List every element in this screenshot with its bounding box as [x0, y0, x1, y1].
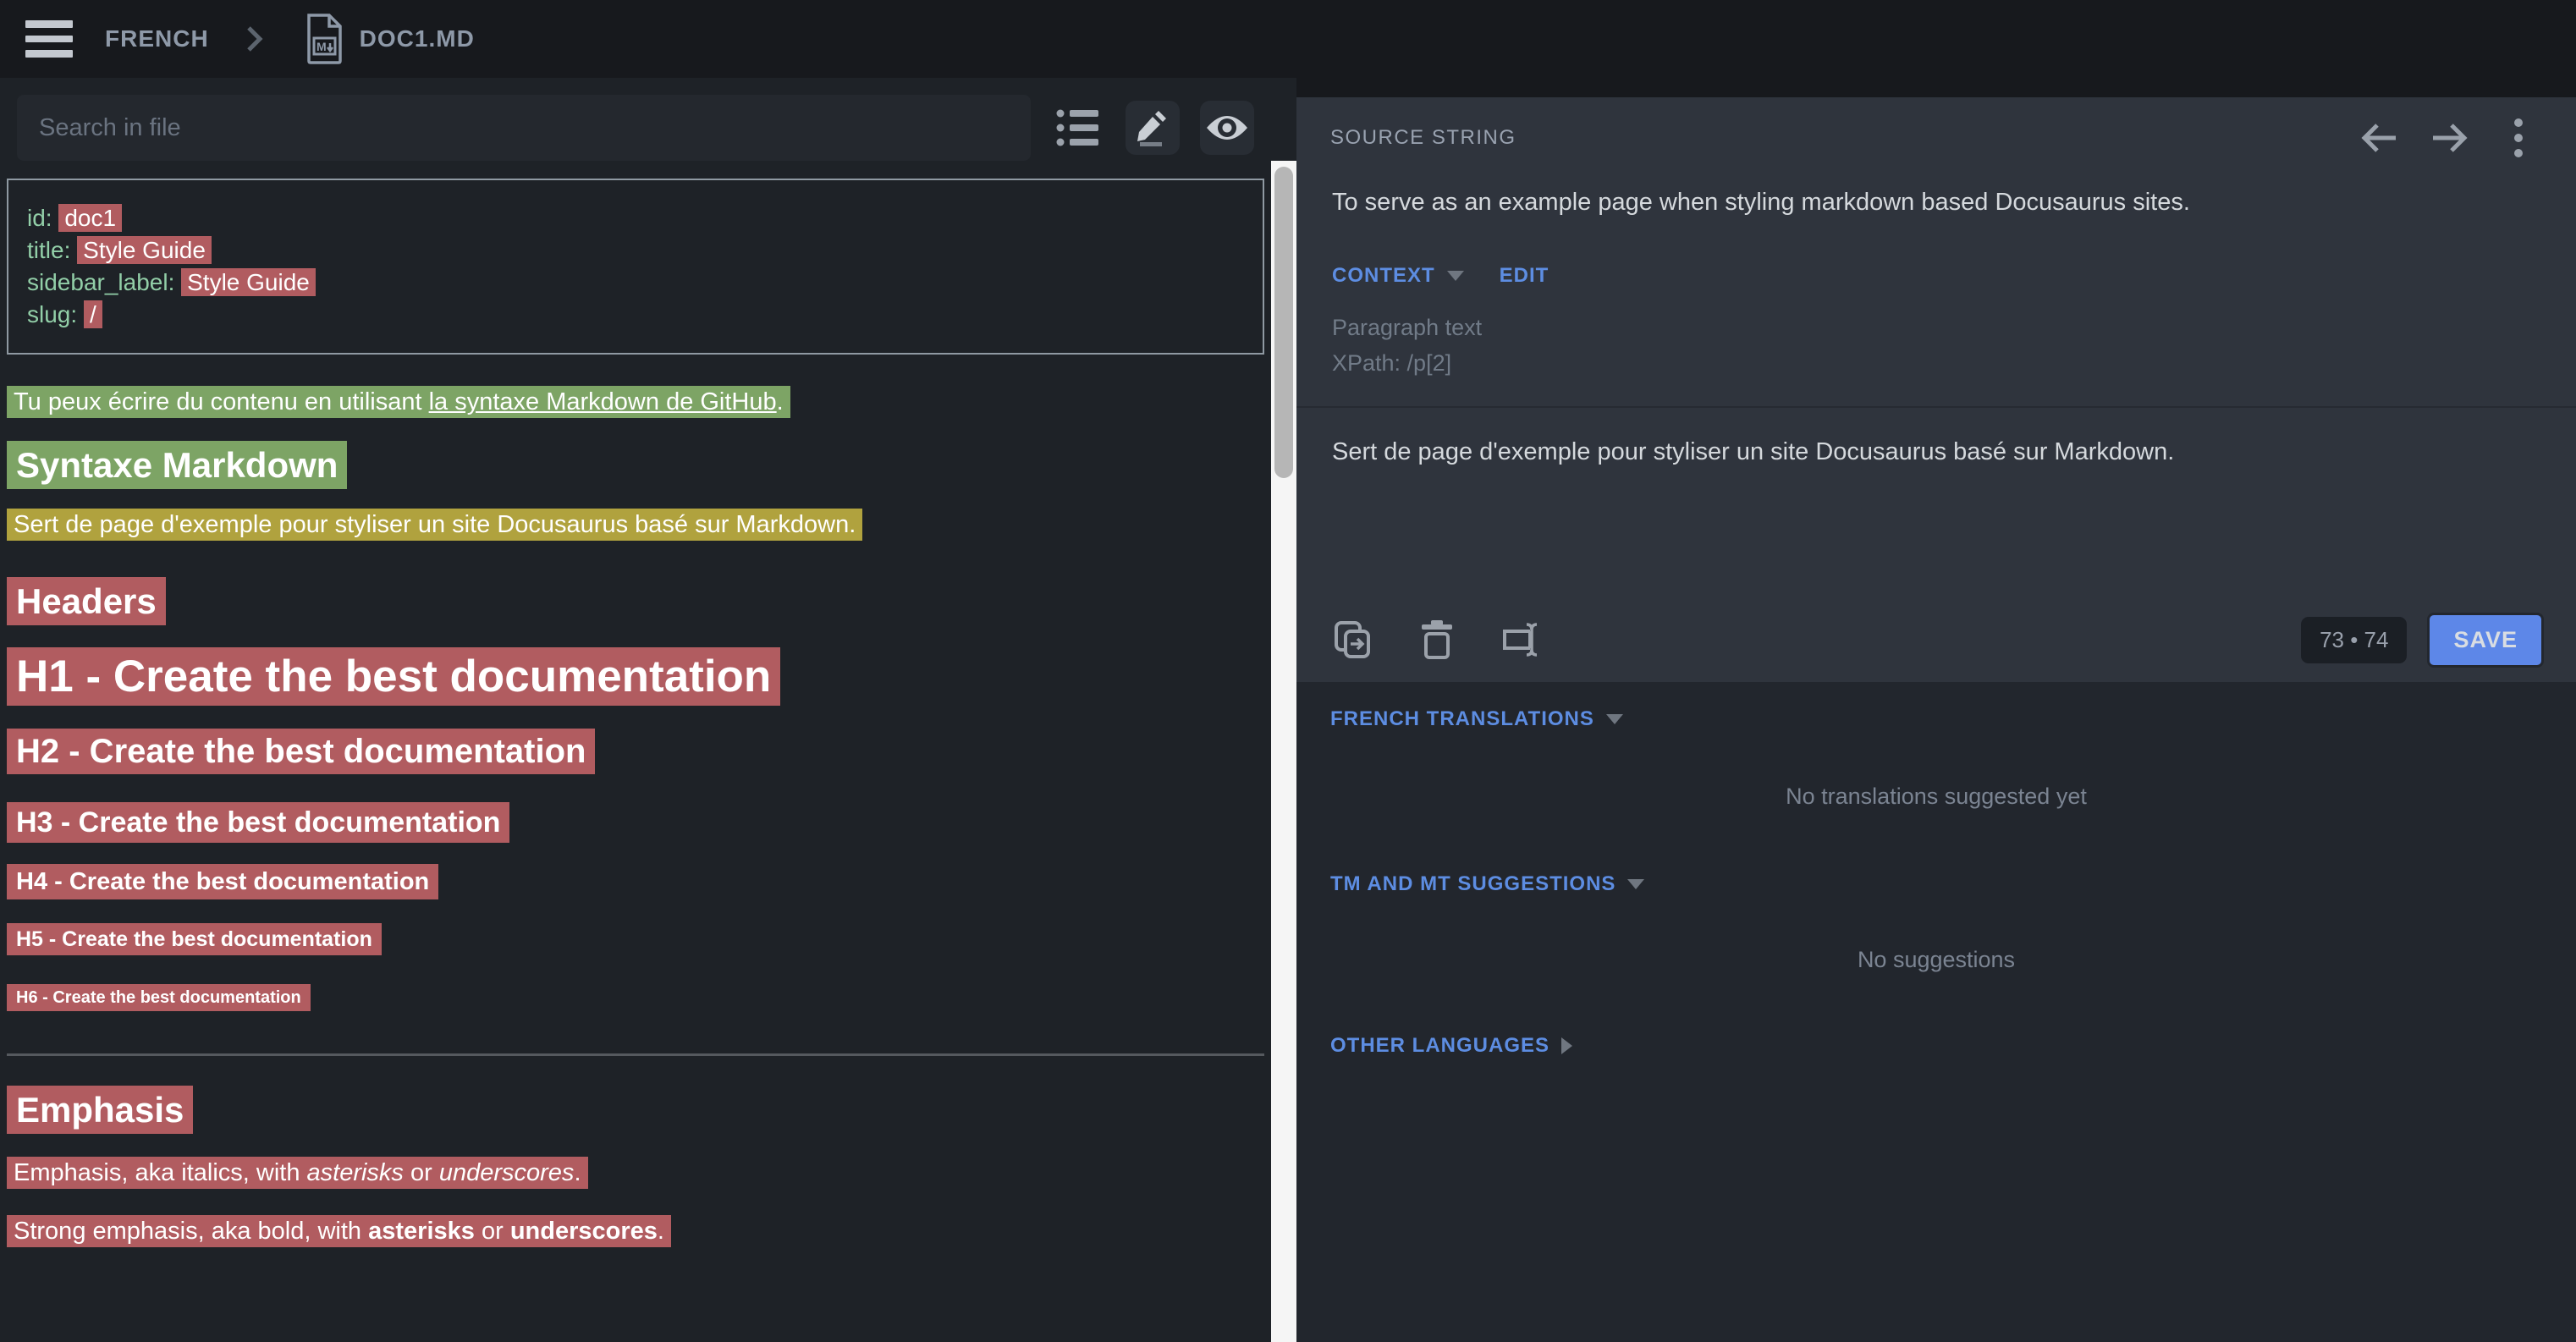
- chevron-down-icon: [1627, 879, 1644, 889]
- text-cursor-icon: [1501, 621, 1542, 658]
- search-input[interactable]: [17, 95, 1031, 161]
- tm-suggestions-empty: No suggestions: [1296, 947, 2576, 973]
- translation-toolbar: 73 • 74 SAVE: [1296, 597, 2576, 682]
- previous-string-button[interactable]: [2356, 114, 2403, 162]
- translation-panel: SOURCE STRING: [1296, 78, 2576, 1342]
- svg-text:M: M: [316, 40, 327, 53]
- chevron-down-icon: [1606, 714, 1623, 724]
- paragraph-strong[interactable]: Strong emphasis, aka bold, with asterisk…: [7, 1218, 1264, 1246]
- edit-context-button[interactable]: EDIT: [1500, 264, 1549, 288]
- heading-emphasis[interactable]: Emphasis: [7, 1090, 1264, 1130]
- context-type: Paragraph text: [1332, 310, 2540, 345]
- markdown-preview: id: doc1 title: Style Guide sidebar_labe…: [0, 179, 1271, 1246]
- frontmatter-line[interactable]: id: doc1: [27, 202, 1263, 234]
- copy-source-button[interactable]: [1329, 616, 1376, 663]
- context-xpath: XPath: /p[2]: [1332, 345, 2540, 381]
- horizontal-rule: [7, 1053, 1264, 1056]
- arrow-right-icon: [2430, 120, 2469, 156]
- source-string-text: To serve as an example page when styling…: [1296, 189, 2576, 217]
- heading-headers[interactable]: Headers: [7, 581, 1264, 622]
- frontmatter-line[interactable]: title: Style Guide: [27, 234, 1263, 267]
- pencil-icon: [1135, 109, 1170, 146]
- char-counter: 73 • 74: [2301, 617, 2407, 663]
- clear-translation-button[interactable]: [1498, 616, 1545, 663]
- save-button[interactable]: SAVE: [2427, 613, 2544, 668]
- section-other-languages[interactable]: OTHER LANGUAGES: [1296, 1034, 2576, 1058]
- top-bar: FRENCH M DOC1.MD: [0, 0, 2576, 78]
- card-header: SOURCE STRING: [1296, 97, 2576, 179]
- panel-top-gap: [1296, 78, 2576, 97]
- more-options-button[interactable]: [2495, 114, 2542, 162]
- strings-list-button[interactable]: [1051, 101, 1105, 155]
- github-markdown-link[interactable]: la syntaxe Markdown de GitHub: [429, 388, 777, 415]
- document-preview-panel: id: doc1 title: Style Guide sidebar_labe…: [0, 78, 1271, 1342]
- trash-icon: [1421, 620, 1453, 659]
- context-info: Paragraph text XPath: /p[2]: [1296, 310, 2576, 381]
- paragraph-intro[interactable]: Tu peux écrire du contenu en utilisant l…: [7, 388, 1264, 416]
- frontmatter-block: id: doc1 title: Style Guide sidebar_labe…: [7, 179, 1264, 355]
- heading-h6[interactable]: H6 - Create the best documentation: [7, 988, 1264, 1008]
- menu-icon[interactable]: [25, 20, 73, 58]
- frontmatter-line[interactable]: slug: /: [27, 299, 1263, 331]
- search-row: [0, 78, 1271, 166]
- kebab-menu-icon: [2513, 118, 2524, 158]
- scrollbar-thumb[interactable]: [1274, 167, 1293, 478]
- arrow-left-icon: [2360, 120, 2399, 156]
- context-toggle[interactable]: CONTEXT: [1332, 264, 1435, 288]
- scrollbar-track[interactable]: [1271, 161, 1296, 1342]
- paragraph-emphasis[interactable]: Emphasis, aka italics, with asterisks or…: [7, 1159, 1264, 1187]
- translation-input[interactable]: Sert de page d'exemple pour styliser un …: [1296, 408, 2576, 597]
- chevron-down-icon: [1447, 271, 1464, 281]
- chevron-right-icon: [245, 24, 265, 54]
- heading-h4[interactable]: H4 - Create the best documentation: [7, 868, 1264, 896]
- list-icon: [1056, 108, 1100, 147]
- preview-mode-button[interactable]: [1200, 101, 1254, 155]
- heading-h2[interactable]: H2 - Create the best documentation: [7, 733, 1264, 771]
- chevron-right-icon: [1561, 1037, 1572, 1054]
- heading-h3[interactable]: H3 - Create the best documentation: [7, 806, 1264, 839]
- delete-translation-button[interactable]: [1413, 616, 1461, 663]
- section-french-translations[interactable]: FRENCH TRANSLATIONS: [1296, 707, 2576, 731]
- frontmatter-line[interactable]: sidebar_label: Style Guide: [27, 267, 1263, 299]
- paragraph-selected-string[interactable]: Sert de page d'exemple pour styliser un …: [7, 511, 1264, 539]
- breadcrumb-project[interactable]: FRENCH: [105, 25, 209, 52]
- french-translations-empty: No translations suggested yet: [1296, 784, 2576, 810]
- heading-syntaxe-markdown[interactable]: Syntaxe Markdown: [7, 445, 1264, 486]
- markdown-file-icon: M: [304, 13, 344, 65]
- source-string-label: SOURCE STRING: [1330, 126, 1516, 150]
- heading-h5[interactable]: H5 - Create the best documentation: [7, 927, 1264, 952]
- source-string-card: SOURCE STRING: [1296, 97, 2576, 682]
- heading-h1[interactable]: H1 - Create the best documentation: [7, 651, 1264, 702]
- section-tm-mt-suggestions[interactable]: TM AND MT SUGGESTIONS: [1296, 872, 2576, 896]
- breadcrumb-file[interactable]: DOC1.MD: [360, 25, 475, 52]
- eye-icon: [1206, 113, 1248, 143]
- copy-icon: [1334, 620, 1371, 659]
- context-row: CONTEXT EDIT: [1296, 264, 2576, 288]
- next-string-button[interactable]: [2425, 114, 2473, 162]
- edit-mode-button[interactable]: [1126, 101, 1180, 155]
